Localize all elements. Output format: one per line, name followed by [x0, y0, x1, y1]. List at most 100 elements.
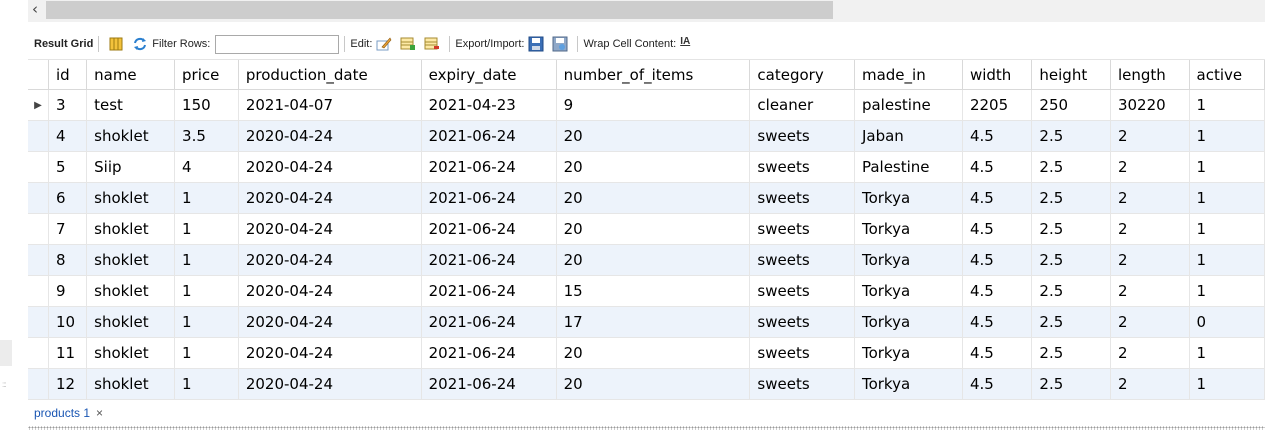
cell-id[interactable]: 3: [48, 89, 88, 121]
table-row[interactable]: 4 shoklet 3.5 2020-04-24 2021-06-24 20 sweets J…: [28, 120, 1265, 152]
cell-width[interactable]: 4.5: [962, 182, 1033, 214]
cell-made-in[interactable]: Torkya: [854, 244, 963, 276]
cell-name[interactable]: shoklet: [86, 182, 176, 214]
filter-rows-input[interactable]: [215, 34, 340, 54]
cell-length[interactable]: 2: [1110, 213, 1190, 245]
cell-production-date[interactable]: 2020-04-24: [238, 213, 422, 245]
cell-category[interactable]: sweets: [749, 213, 855, 245]
cell-price[interactable]: 1: [174, 368, 239, 400]
refresh-icon[interactable]: [132, 36, 148, 52]
cell-height[interactable]: 2.5: [1031, 151, 1111, 183]
table-row[interactable]: 12 shoklet 1 2020-04-24 2021-06-24 20 sweets To…: [28, 368, 1265, 400]
resize-grip-icon[interactable]: :::: [2, 380, 7, 389]
cell-made-in[interactable]: palestine: [854, 89, 963, 121]
cell-made-in[interactable]: Torkya: [854, 275, 963, 307]
table-row[interactable]: 9 shoklet 1 2020-04-24 2021-06-24 15 sweets Tor…: [28, 275, 1265, 307]
cell-number-of-items[interactable]: 20: [556, 182, 751, 214]
column-header-category[interactable]: category: [749, 60, 855, 90]
export-icon[interactable]: [528, 36, 544, 52]
cell-id[interactable]: 4: [48, 120, 88, 152]
cell-id[interactable]: 7: [48, 213, 88, 245]
cell-made-in[interactable]: Torkya: [854, 213, 963, 245]
cell-number-of-items[interactable]: 20: [556, 337, 751, 369]
cell-production-date[interactable]: 2020-04-24: [238, 275, 422, 307]
cell-active[interactable]: 0: [1189, 306, 1265, 338]
cell-made-in[interactable]: Palestine: [854, 151, 963, 183]
cell-category[interactable]: sweets: [749, 368, 855, 400]
cell-active[interactable]: 1: [1189, 151, 1265, 183]
cell-name[interactable]: shoklet: [86, 337, 176, 369]
cell-width[interactable]: 4.5: [962, 151, 1033, 183]
cell-width[interactable]: 4.5: [962, 213, 1033, 245]
cell-width[interactable]: 4.5: [962, 275, 1033, 307]
table-row[interactable]: 10 shoklet 1 2020-04-24 2021-06-24 17 sweets To…: [28, 306, 1265, 338]
cell-active[interactable]: 1: [1189, 89, 1265, 121]
table-row[interactable]: ▶ 3 test 150 2021-04-07 2021-04-23 9 cleaner pal…: [28, 89, 1265, 121]
row-marker[interactable]: [28, 337, 49, 369]
cell-price[interactable]: 1: [174, 306, 239, 338]
cell-height[interactable]: 2.5: [1031, 337, 1111, 369]
cell-name[interactable]: shoklet: [86, 275, 176, 307]
cell-active[interactable]: 1: [1189, 213, 1265, 245]
cell-price[interactable]: 3.5: [174, 120, 239, 152]
cell-production-date[interactable]: 2020-04-24: [238, 151, 422, 183]
cell-expiry-date[interactable]: 2021-04-23: [421, 89, 557, 121]
grid-form-icon[interactable]: [108, 36, 124, 52]
cell-length[interactable]: 30220: [1110, 89, 1190, 121]
cell-name[interactable]: shoklet: [86, 213, 176, 245]
cell-expiry-date[interactable]: 2021-06-24: [421, 151, 557, 183]
cell-height[interactable]: 2.5: [1031, 213, 1111, 245]
cell-width[interactable]: 4.5: [962, 337, 1033, 369]
cell-height[interactable]: 2.5: [1031, 182, 1111, 214]
column-header-active[interactable]: active: [1189, 60, 1265, 90]
column-header-price[interactable]: price: [174, 60, 239, 90]
cell-number-of-items[interactable]: 15: [556, 275, 751, 307]
cell-width[interactable]: 2205: [962, 89, 1033, 121]
cell-category[interactable]: sweets: [749, 120, 855, 152]
cell-category[interactable]: sweets: [749, 306, 855, 338]
cell-length[interactable]: 2: [1110, 120, 1190, 152]
cell-length[interactable]: 2: [1110, 244, 1190, 276]
add-row-icon[interactable]: [400, 36, 416, 52]
column-header-length[interactable]: length: [1110, 60, 1190, 90]
cell-id[interactable]: 8: [48, 244, 88, 276]
table-row[interactable]: 7 shoklet 1 2020-04-24 2021-06-24 20 sweets Tor…: [28, 213, 1265, 245]
cell-made-in[interactable]: Torkya: [854, 337, 963, 369]
cell-width[interactable]: 4.5: [962, 120, 1033, 152]
row-marker[interactable]: [28, 151, 49, 183]
cell-category[interactable]: sweets: [749, 182, 855, 214]
cell-expiry-date[interactable]: 2021-06-24: [421, 244, 557, 276]
cell-active[interactable]: 1: [1189, 244, 1265, 276]
cell-price[interactable]: 1: [174, 182, 239, 214]
delete-row-icon[interactable]: [424, 36, 440, 52]
cell-made-in[interactable]: Torkya: [854, 306, 963, 338]
cell-price[interactable]: 150: [174, 89, 239, 121]
cell-number-of-items[interactable]: 17: [556, 306, 751, 338]
cell-production-date[interactable]: 2020-04-24: [238, 306, 422, 338]
column-header-id[interactable]: id: [48, 60, 88, 90]
table-row[interactable]: 5 Siip 4 2020-04-24 2021-06-24 20 sweets Palest…: [28, 151, 1265, 183]
row-marker[interactable]: [28, 368, 49, 400]
cell-name[interactable]: shoklet: [86, 120, 176, 152]
cell-number-of-items[interactable]: 20: [556, 213, 751, 245]
cell-category[interactable]: sweets: [749, 275, 855, 307]
cell-price[interactable]: 1: [174, 244, 239, 276]
cell-number-of-items[interactable]: 9: [556, 89, 751, 121]
scroll-left-arrow-icon[interactable]: ‹: [32, 0, 38, 18]
cell-active[interactable]: 1: [1189, 368, 1265, 400]
cell-name[interactable]: test: [86, 89, 176, 121]
cell-id[interactable]: 11: [48, 337, 88, 369]
table-row[interactable]: 11 shoklet 1 2020-04-24 2021-06-24 20 sweets To…: [28, 337, 1265, 369]
cell-expiry-date[interactable]: 2021-06-24: [421, 275, 557, 307]
cell-number-of-items[interactable]: 20: [556, 151, 751, 183]
cell-length[interactable]: 2: [1110, 151, 1190, 183]
cell-height[interactable]: 250: [1031, 89, 1111, 121]
cell-length[interactable]: 2: [1110, 368, 1190, 400]
cell-number-of-items[interactable]: 20: [556, 244, 751, 276]
cell-price[interactable]: 1: [174, 337, 239, 369]
cell-id[interactable]: 5: [48, 151, 88, 183]
cell-expiry-date[interactable]: 2021-06-24: [421, 182, 557, 214]
cell-production-date[interactable]: 2020-04-24: [238, 244, 422, 276]
row-marker[interactable]: [28, 244, 49, 276]
cell-length[interactable]: 2: [1110, 306, 1190, 338]
